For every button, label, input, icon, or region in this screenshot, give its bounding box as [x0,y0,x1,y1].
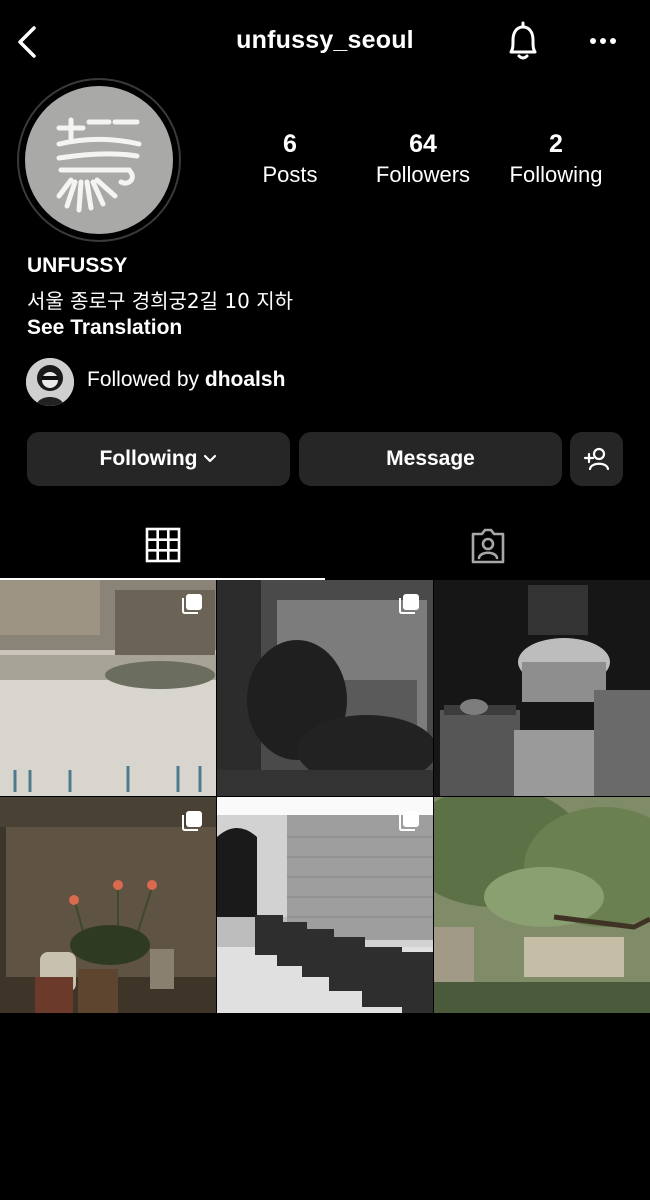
post-thumbnail[interactable] [217,580,433,796]
post-thumbnail[interactable] [434,797,650,1013]
profile-tabs [0,512,650,580]
chevron-down-icon [204,454,217,463]
stat-followers-label: Followers [375,162,471,187]
add-user-button[interactable] [570,432,623,486]
brand-logo-icon [56,117,142,213]
stat-posts[interactable]: 6 Posts [220,128,360,190]
stat-posts-label: Posts [262,162,318,187]
stat-followers-count: 64 [409,130,437,158]
profile-avatar[interactable] [25,86,173,234]
tagged-person-icon [471,528,504,564]
bio-text: 서울 종로구 경희궁2길 10 지하 [27,289,294,313]
top-bar: unfussy_seoul [0,0,650,84]
display-name: UNFUSSY [27,254,128,277]
stat-posts-count: 6 [283,130,297,158]
stat-following[interactable]: 2 Following [486,128,626,190]
carousel-icon [182,811,202,831]
post-thumbnail[interactable] [434,580,650,796]
post-photo-cocktails [434,580,650,796]
post-thumbnail[interactable] [0,797,216,1013]
tab-tagged[interactable] [325,512,650,580]
grid-icon [145,527,180,563]
following-button-label: Following [99,447,198,470]
message-button[interactable]: Message [299,432,562,486]
stat-following-count: 2 [549,130,563,158]
add-user-icon [583,447,609,471]
followed-by-text[interactable]: Followed by dhoalsh [87,368,285,392]
person-photo-icon [26,358,74,406]
carousel-icon [399,811,419,831]
post-thumbnail[interactable] [217,797,433,1013]
followed-by-prefix: Followed by [87,368,205,391]
tab-posts-grid[interactable] [0,512,325,580]
followed-by-username: dhoalsh [204,368,286,391]
stat-followers[interactable]: 64 Followers [353,128,493,190]
stat-following-label: Following [509,162,603,187]
see-translation-link[interactable]: See Translation [27,316,182,340]
mutual-follower-avatar[interactable] [26,358,74,406]
post-photo-tree-garden [434,797,650,1013]
following-button[interactable]: Following [27,432,290,486]
bell-icon[interactable] [503,20,543,64]
post-thumbnail[interactable] [0,580,216,796]
message-button-label: Message [386,447,475,470]
carousel-icon [399,594,419,614]
carousel-icon [182,594,202,614]
more-horizontal-icon[interactable] [582,26,624,56]
profile-username: unfussy_seoul [236,26,414,54]
